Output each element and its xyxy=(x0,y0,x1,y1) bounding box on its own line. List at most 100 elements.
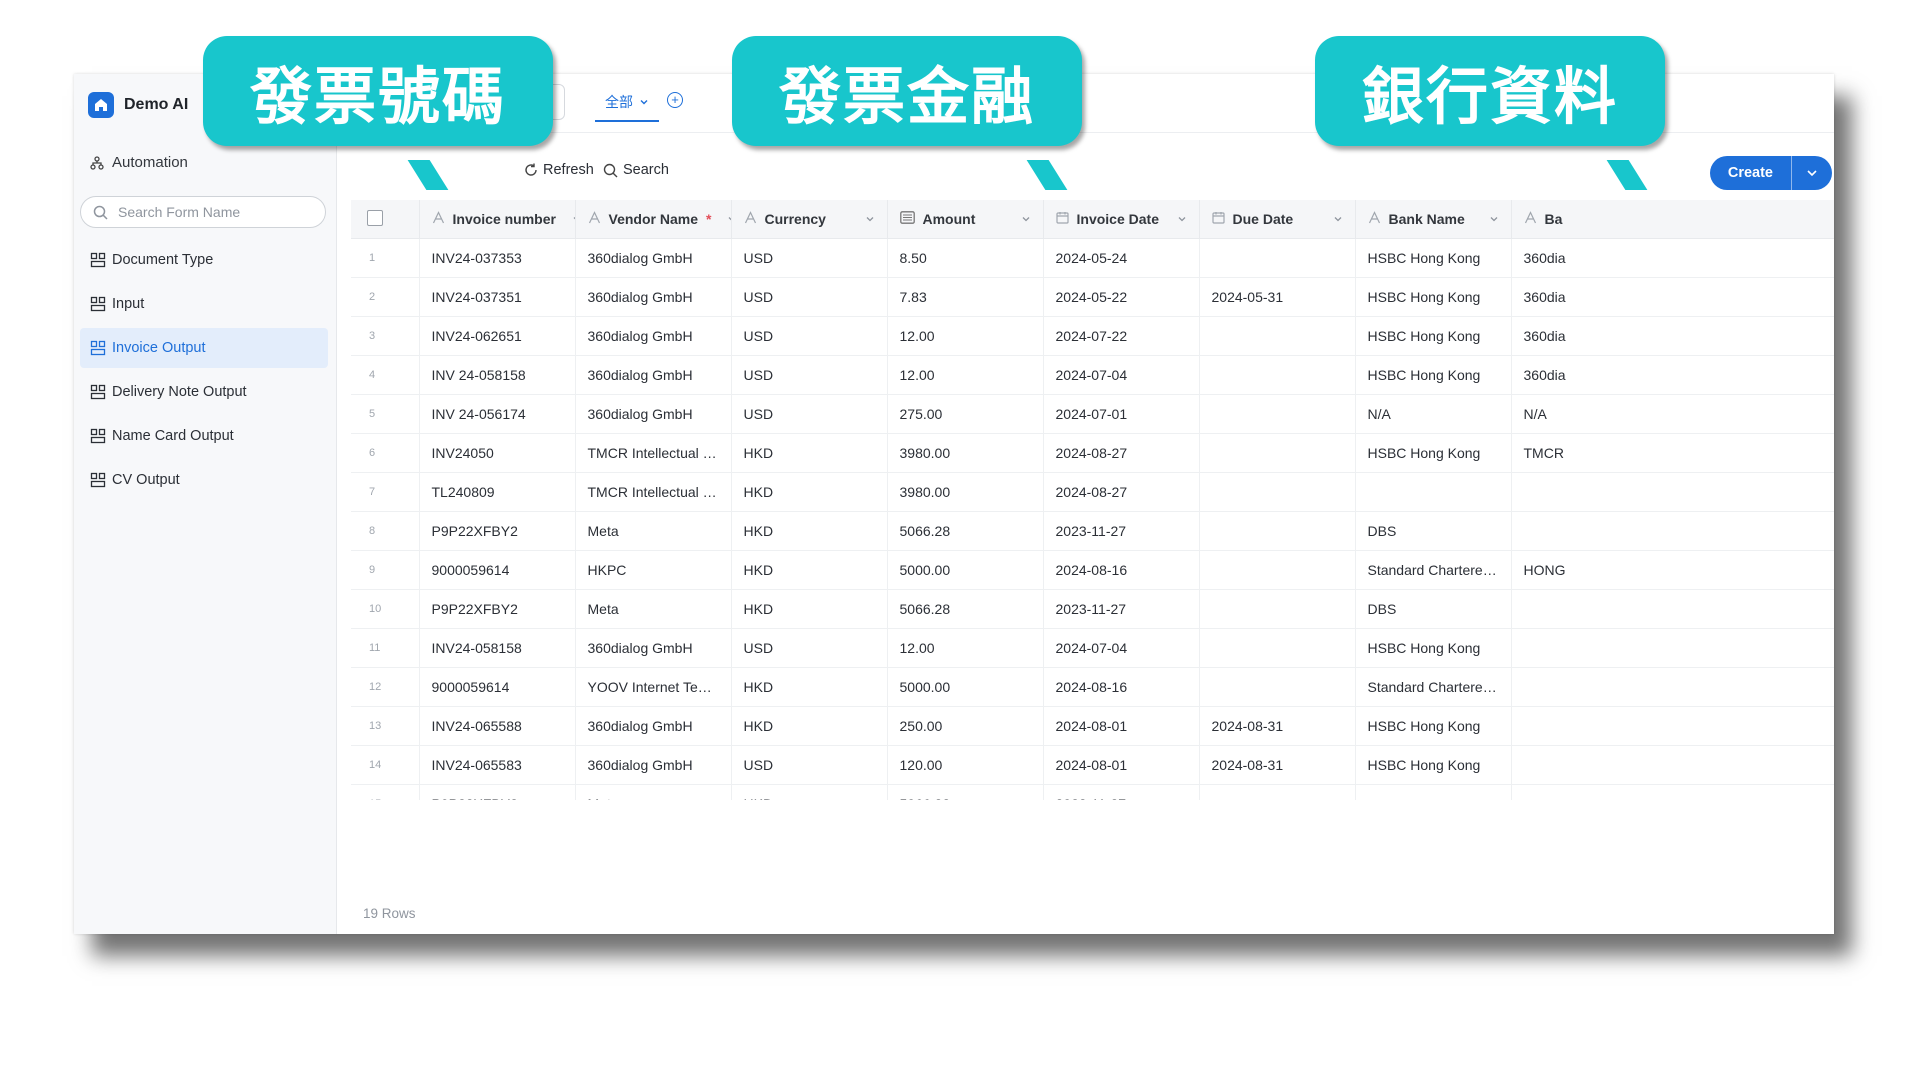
table-cell[interactable]: TMCR Intellectual Prop... xyxy=(575,472,732,512)
table-cell[interactable]: 2024-08-16 xyxy=(1043,667,1200,707)
table-cell[interactable]: Standard Chartered Ba... xyxy=(1355,550,1512,590)
column-header-invoice-number[interactable]: Invoice number xyxy=(419,200,576,239)
table-cell[interactable]: 5066.28 xyxy=(887,784,1044,800)
table-cell[interactable]: 2024-05-31 xyxy=(1199,277,1356,317)
table-row[interactable]: 11 INV24-058158 360dialog GmbH USD 12.00 2024… xyxy=(351,628,1834,668)
table-cell[interactable]: HKD xyxy=(731,706,888,746)
table-cell[interactable]: 2023-11-27 xyxy=(1043,589,1200,629)
table-cell[interactable]: HSBC Hong Kong xyxy=(1355,277,1512,317)
table-cell[interactable] xyxy=(1199,589,1356,629)
table-cell[interactable]: 9000059614 xyxy=(419,667,576,707)
table-row[interactable]: 13 INV24-065588 360dialog GmbH HKD 250.00 202… xyxy=(351,706,1834,746)
table-cell[interactable]: P9P22XFBY2 xyxy=(419,784,576,800)
table-cell[interactable]: 2024-07-04 xyxy=(1043,355,1200,395)
table-cell[interactable] xyxy=(1199,667,1356,707)
table-cell[interactable]: INV24-065583 xyxy=(419,745,576,785)
table-cell[interactable]: 2024-05-22 xyxy=(1043,277,1200,317)
table-cell[interactable]: 360dialog GmbH xyxy=(575,745,732,785)
refresh-button[interactable]: Refresh xyxy=(524,162,594,178)
table-cell[interactable]: N/A xyxy=(1511,394,1834,434)
table-cell[interactable]: 250.00 xyxy=(887,706,1044,746)
table-cell[interactable]: 360dialog GmbH xyxy=(575,238,732,278)
table-row[interactable]: 9 9000059614 HKPC HKD 5000.00 2024-08-16 Stand… xyxy=(351,550,1834,590)
table-row[interactable]: 2 INV24-037351 360dialog GmbH USD 7.83 2024-0… xyxy=(351,277,1834,317)
table-cell[interactable]: INV24-058158 xyxy=(419,628,576,668)
table-cell[interactable] xyxy=(1511,511,1834,551)
table-cell[interactable]: TL240809 xyxy=(419,472,576,512)
create-dropdown-button[interactable] xyxy=(1791,156,1832,190)
table-cell[interactable] xyxy=(1199,550,1356,590)
table-cell[interactable] xyxy=(1511,745,1834,785)
chevron-down-icon[interactable] xyxy=(1489,211,1499,227)
table-cell[interactable]: USD xyxy=(731,628,888,668)
form-search-input[interactable] xyxy=(116,203,310,221)
table-cell[interactable]: 12.00 xyxy=(887,628,1044,668)
table-cell[interactable]: INV24-037353 xyxy=(419,238,576,278)
table-cell[interactable]: 12.00 xyxy=(887,316,1044,356)
table-cell[interactable]: USD xyxy=(731,394,888,434)
table-cell[interactable] xyxy=(1511,667,1834,707)
table-cell[interactable] xyxy=(1199,472,1356,512)
table-cell[interactable]: 8.50 xyxy=(887,238,1044,278)
chevron-down-icon[interactable] xyxy=(1021,211,1031,227)
select-all-checkbox[interactable] xyxy=(367,209,383,226)
column-header-invoice-date[interactable]: Invoice Date xyxy=(1043,200,1200,239)
table-cell[interactable]: HSBC Hong Kong xyxy=(1355,433,1512,473)
table-cell[interactable]: 360dialog GmbH xyxy=(575,394,732,434)
create-button[interactable]: Create xyxy=(1710,156,1791,190)
table-cell[interactable]: 2024-08-27 xyxy=(1043,433,1200,473)
table-cell[interactable]: Meta xyxy=(575,784,732,800)
table-cell[interactable] xyxy=(1355,784,1512,800)
table-cell[interactable] xyxy=(1199,784,1356,800)
table-cell[interactable]: 275.00 xyxy=(887,394,1044,434)
column-header-currency[interactable]: Currency xyxy=(731,200,888,239)
table-cell[interactable] xyxy=(1511,628,1834,668)
table-cell[interactable]: HKD xyxy=(731,511,888,551)
table-cell[interactable]: 2024-07-01 xyxy=(1043,394,1200,434)
nav-item-input[interactable]: Input xyxy=(80,284,328,324)
table-cell[interactable]: 360dialog GmbH xyxy=(575,316,732,356)
table-cell[interactable]: HSBC Hong Kong xyxy=(1355,628,1512,668)
table-cell[interactable]: 2023-11-27 xyxy=(1043,511,1200,551)
table-cell[interactable]: HKD xyxy=(731,667,888,707)
table-cell[interactable]: DBS xyxy=(1355,511,1512,551)
table-cell[interactable] xyxy=(1511,706,1834,746)
table-cell[interactable]: HSBC Hong Kong xyxy=(1355,238,1512,278)
table-cell[interactable] xyxy=(1511,589,1834,629)
table-cell[interactable]: HSBC Hong Kong xyxy=(1355,706,1512,746)
table-cell[interactable]: USD xyxy=(731,355,888,395)
table-cell[interactable]: P9P22XFBY2 xyxy=(419,511,576,551)
table-row[interactable]: 12 9000059614 YOOV Internet Technol... HKD 5… xyxy=(351,667,1834,707)
table-cell[interactable]: DBS xyxy=(1355,589,1512,629)
table-cell[interactable]: HKD xyxy=(731,784,888,800)
table-cell[interactable]: 5000.00 xyxy=(887,550,1044,590)
nav-item-cv-output[interactable]: CV Output xyxy=(80,460,328,500)
table-cell[interactable]: 2023-11-27 xyxy=(1043,784,1200,800)
chevron-down-icon[interactable] xyxy=(865,211,875,227)
table-cell[interactable]: HSBC Hong Kong xyxy=(1355,745,1512,785)
table-cell[interactable]: HSBC Hong Kong xyxy=(1355,355,1512,395)
column-header-bank-name[interactable]: Bank Name xyxy=(1355,200,1512,239)
table-cell[interactable] xyxy=(1199,355,1356,395)
table-row[interactable]: 10 P9P22XFBY2 Meta HKD 5066.28 2023-11-27 DBS xyxy=(351,589,1834,629)
nav-item-name-card-output[interactable]: Name Card Output xyxy=(80,416,328,456)
table-cell[interactable]: INV24050 xyxy=(419,433,576,473)
column-header-ba[interactable]: Ba xyxy=(1511,200,1834,239)
table-cell[interactable]: 360dia xyxy=(1511,355,1834,395)
table-cell[interactable]: HKD xyxy=(731,589,888,629)
table-cell[interactable]: 2024-08-01 xyxy=(1043,706,1200,746)
table-cell[interactable]: TMCR Intellectual Prop... xyxy=(575,433,732,473)
table-row[interactable]: 4 INV 24-058158 360dialog GmbH USD 12.00 2024… xyxy=(351,355,1834,395)
table-cell[interactable]: INV 24-056174 xyxy=(419,394,576,434)
column-header-amount[interactable]: Amount xyxy=(887,200,1044,239)
table-cell[interactable]: 5000.00 xyxy=(887,667,1044,707)
table-cell[interactable]: 360dia xyxy=(1511,316,1834,356)
table-cell[interactable]: USD xyxy=(731,316,888,356)
column-header-vendor-name[interactable]: Vendor Name * xyxy=(575,200,732,239)
table-cell[interactable]: Meta xyxy=(575,589,732,629)
table-cell[interactable]: INV24-065588 xyxy=(419,706,576,746)
table-cell[interactable]: 9000059614 xyxy=(419,550,576,590)
nav-item-delivery-note-output[interactable]: Delivery Note Output xyxy=(80,372,328,412)
chevron-down-icon[interactable] xyxy=(727,211,730,227)
table-cell[interactable]: 12.00 xyxy=(887,355,1044,395)
